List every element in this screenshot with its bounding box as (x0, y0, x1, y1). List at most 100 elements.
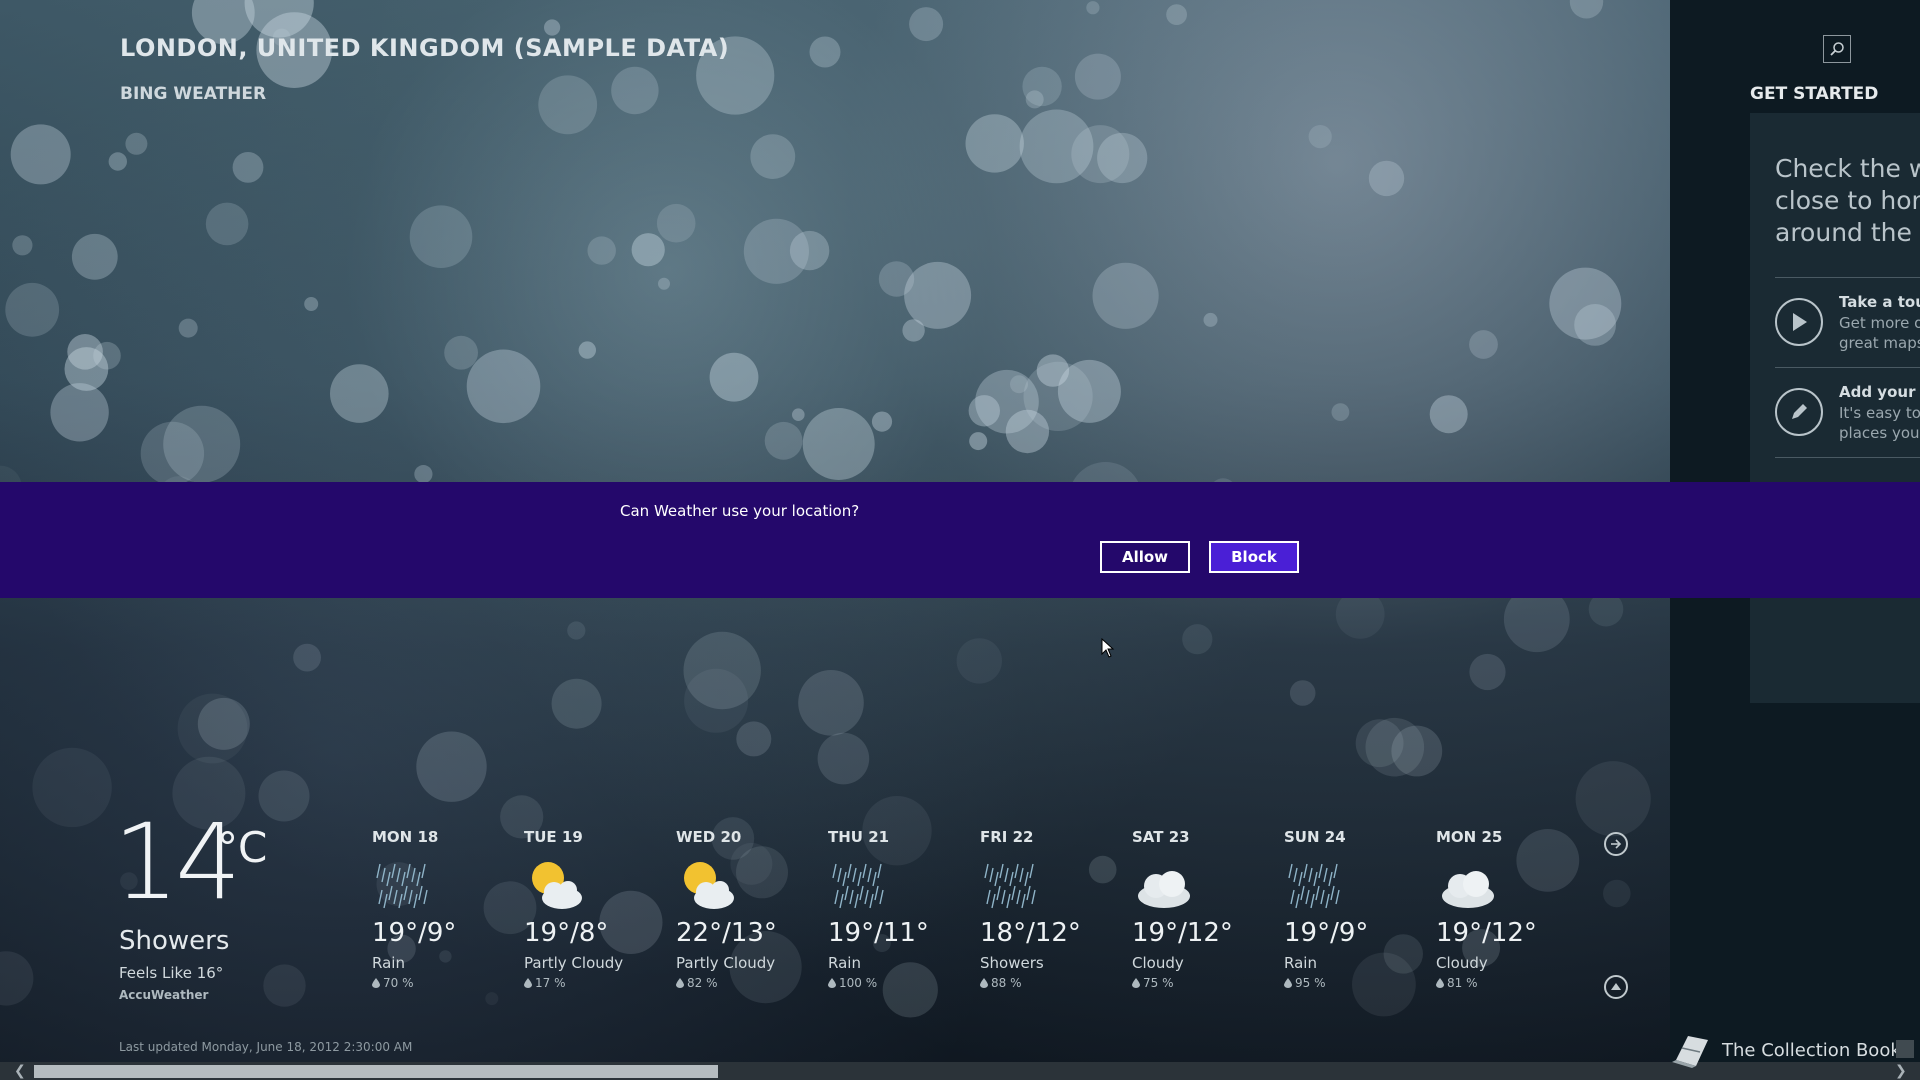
allow-button[interactable]: Allow (1100, 541, 1190, 573)
panel-item-title: Take a tour (1839, 293, 1920, 311)
bokeh-dot (1025, 90, 1044, 109)
panel-item-desc: It's easy to find the weather for places… (1839, 404, 1920, 442)
bokeh-dot (792, 408, 805, 422)
forecast-day-label: THU 21 (828, 828, 890, 846)
play-icon (1775, 298, 1823, 346)
bokeh-dot (658, 277, 670, 290)
bokeh-dot (258, 770, 310, 822)
divider (1775, 367, 1920, 368)
search-button[interactable] (1823, 35, 1851, 63)
bokeh-dot (197, 697, 250, 750)
forecast-precipitation: 88 % (980, 976, 1120, 990)
bokeh-dot (416, 731, 487, 802)
bokeh-dot (656, 203, 696, 243)
cloudy-icon (1436, 856, 1500, 916)
forecast-day-label: FRI 22 (980, 828, 1034, 846)
bokeh-dot (1569, 0, 1604, 19)
forecast-day[interactable]: MON 25 19°/12° Cloudy 81 % (1436, 828, 1576, 990)
location-permission-banner: Can Weather use your location? Allow Blo… (0, 482, 1920, 598)
forecast-day[interactable]: FRI 22 18°/12° Showers 88 % (980, 828, 1120, 990)
add-favorites-item[interactable]: Add your favorites It's easy to find the… (1775, 383, 1920, 443)
bokeh-dot (1074, 53, 1121, 100)
forecast-condition: Rain (372, 954, 405, 972)
forecast-precipitation: 75 % (1132, 976, 1272, 990)
feels-like: Feels Like 16° (119, 964, 224, 982)
panel-item-desc: Get more out of Weather with great maps (1839, 314, 1920, 352)
forecast-condition: Rain (828, 954, 861, 972)
bokeh-dot (1086, 1, 1100, 15)
bokeh-dot (1203, 312, 1218, 327)
forecast-day[interactable]: MON 18 19°/9° Rain 70 % (372, 828, 512, 990)
precipitation-value: 75 % (1143, 976, 1174, 990)
bokeh-dot (293, 643, 321, 672)
bokeh-dot (32, 747, 112, 828)
bokeh-dot (444, 335, 478, 370)
forecast-condition: Cloudy (1436, 954, 1488, 972)
forecast-day[interactable]: THU 21 19°/11° Rain 100 % (828, 828, 968, 990)
taskbar-app-item[interactable]: The Collection Book (1668, 1030, 1901, 1070)
bokeh-dot (538, 75, 598, 135)
search-icon (1830, 42, 1844, 56)
forecast-high-low: 19°/12° (1436, 918, 1537, 948)
bokeh-dot (764, 421, 803, 460)
temperature-unit: °C (217, 823, 268, 872)
last-updated: Last updated Monday, June 18, 2012 2:30:… (119, 1040, 413, 1054)
forecast-condition: Partly Cloudy (524, 954, 624, 972)
bokeh-dot (67, 334, 103, 370)
forecast-day-label: MON 25 (1436, 828, 1503, 846)
forecast-condition: Cloudy (1132, 954, 1184, 972)
bokeh-dot (1092, 262, 1159, 329)
bokeh-dot (71, 233, 118, 280)
bokeh-dot (631, 233, 665, 267)
forecast-day[interactable]: WED 20 22°/13° Partly Cloudy 82 % (676, 828, 816, 990)
divider (1775, 277, 1920, 278)
bokeh-dot (1603, 879, 1631, 908)
bokeh-dot (1182, 624, 1213, 655)
bokeh-dot (0, 951, 34, 1006)
forecast-day[interactable]: TUE 19 19°/8° Partly Cloudy 17 % (524, 828, 664, 990)
block-button[interactable]: Block (1209, 541, 1299, 573)
take-a-tour-item[interactable]: Take a tour Get more out of Weather with… (1775, 293, 1920, 353)
get-started-intro: Check the weather close to home and arou… (1775, 154, 1920, 247)
divider (1775, 457, 1920, 458)
forecast-condition: Showers (980, 954, 1044, 972)
bokeh-dot (409, 205, 473, 268)
data-provider[interactable]: AccuWeather (119, 988, 208, 1002)
bokeh-dot (1289, 680, 1316, 706)
location-title[interactable]: LONDON, UNITED KINGDOM (SAMPLE DATA) (120, 34, 729, 62)
bokeh-dot (1365, 717, 1425, 777)
mouse-cursor-icon (1101, 638, 1115, 658)
forecast-day[interactable]: SUN 24 19°/9° Rain 95 % (1284, 828, 1424, 990)
forecast-high-low: 19°/9° (372, 918, 457, 948)
bokeh-dot (736, 721, 772, 757)
droplet-icon (1284, 978, 1292, 988)
scroll-left-icon[interactable]: ❮ (14, 1063, 26, 1079)
rain-icon (372, 856, 436, 916)
arrow-right-icon (1611, 839, 1622, 849)
minimize-button[interactable] (1896, 1040, 1914, 1058)
bokeh-dot (12, 235, 33, 256)
bokeh-dot (909, 7, 944, 42)
bokeh-dot (956, 638, 1002, 684)
forecast-high-low: 19°/12° (1132, 918, 1233, 948)
scrollbar-thumb[interactable] (34, 1065, 718, 1078)
forecast-condition: Rain (1284, 954, 1317, 972)
book-icon (1672, 1036, 1708, 1068)
bokeh-dot (304, 297, 319, 311)
forecast-precipitation: 81 % (1436, 976, 1576, 990)
next-arrow-button[interactable] (1604, 832, 1628, 856)
bokeh-dot (50, 383, 109, 442)
expand-up-button[interactable] (1604, 975, 1628, 999)
bokeh-dot (1368, 160, 1405, 197)
partly-cloudy-icon (676, 856, 740, 916)
bokeh-dot (10, 124, 71, 185)
bokeh-dot (414, 465, 433, 484)
forecast-precipitation: 17 % (524, 976, 664, 990)
bokeh-dot (1469, 330, 1498, 359)
bokeh-dot (587, 236, 616, 265)
bokeh-dot (5, 282, 60, 337)
forecast-precipitation: 100 % (828, 976, 968, 990)
bokeh-dot (750, 134, 796, 180)
forecast-day[interactable]: SAT 23 19°/12° Cloudy 75 % (1132, 828, 1272, 990)
bokeh-dot (466, 349, 541, 424)
